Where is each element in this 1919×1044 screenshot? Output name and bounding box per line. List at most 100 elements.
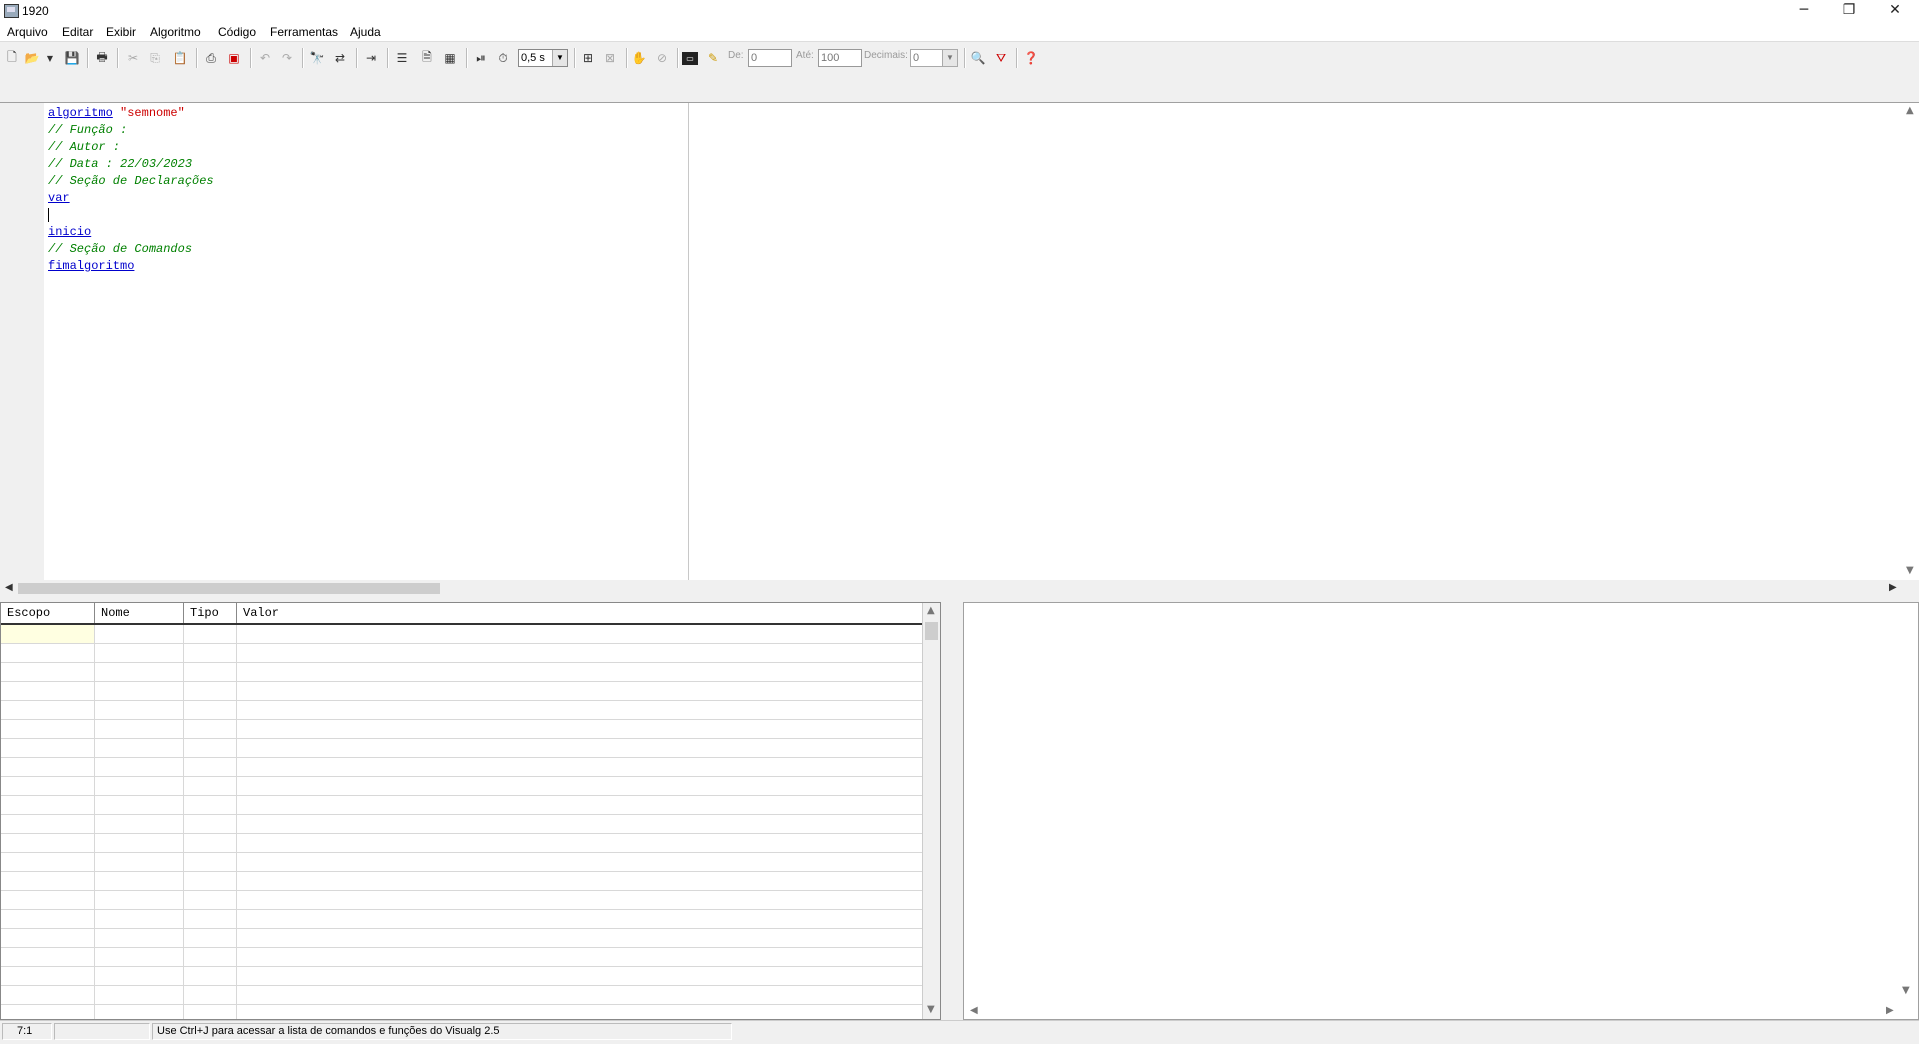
clear-breakpoints-icon[interactable]: ⊠ [600, 48, 620, 68]
grid-vertical-scrollbar[interactable]: ▲ ▼ [922, 603, 940, 1019]
table-cell[interactable] [237, 967, 923, 985]
table-cell[interactable] [1, 986, 95, 1004]
table-cell[interactable] [95, 758, 184, 776]
scroll-down-icon[interactable]: ▼ [1902, 985, 1910, 996]
table-cell[interactable] [95, 796, 184, 814]
table-cell[interactable] [237, 758, 923, 776]
scroll-right-icon[interactable]: ▶ [1886, 1005, 1894, 1016]
table-cell[interactable] [184, 682, 237, 700]
editor-vertical-scrollbar[interactable]: ▲ ▼ [1902, 103, 1919, 580]
table-cell[interactable] [1, 948, 95, 966]
menu-exibir[interactable]: Exibir [106, 25, 136, 39]
scrollbar-thumb[interactable] [18, 583, 440, 594]
table-row[interactable] [1, 625, 940, 644]
table-cell[interactable] [95, 967, 184, 985]
table-row[interactable] [1, 948, 940, 967]
paste-from-file-icon[interactable]: ▣ [224, 48, 244, 68]
copy-icon[interactable]: ⎘ [145, 48, 165, 68]
breakpoint-icon[interactable]: ⊞ [578, 48, 598, 68]
table-cell[interactable] [1, 644, 95, 662]
table-cell[interactable] [184, 644, 237, 662]
table-cell[interactable] [1, 758, 95, 776]
table-cell[interactable] [237, 701, 923, 719]
variables-grid[interactable]: Escopo Nome Tipo Valor ▲ ▼ [0, 602, 941, 1020]
table-row[interactable] [1, 853, 940, 872]
table-cell[interactable] [95, 986, 184, 1004]
table-row[interactable] [1, 720, 940, 739]
help-icon[interactable]: ❓ [1021, 48, 1041, 68]
table-cell[interactable] [184, 720, 237, 738]
table-cell[interactable] [1, 910, 95, 928]
column-header-tipo[interactable]: Tipo [184, 603, 237, 623]
table-cell[interactable] [95, 948, 184, 966]
table-row[interactable] [1, 815, 940, 834]
table-cell[interactable] [1, 853, 95, 871]
table-cell[interactable] [1, 777, 95, 795]
table-cell[interactable] [184, 967, 237, 985]
table-cell[interactable] [95, 834, 184, 852]
table-cell[interactable] [95, 929, 184, 947]
table-cell[interactable] [237, 739, 923, 757]
table-cell[interactable] [95, 625, 184, 643]
table-cell[interactable] [237, 1005, 923, 1019]
table-cell[interactable] [1, 815, 95, 833]
replace-icon[interactable]: ⇄ [330, 48, 350, 68]
stop-disabled-icon[interactable]: ⊘ [652, 48, 672, 68]
table-row[interactable] [1, 758, 940, 777]
ate-input[interactable]: 100 [818, 49, 862, 67]
table-row[interactable] [1, 777, 940, 796]
table-cell[interactable] [184, 891, 237, 909]
table-cell[interactable] [184, 948, 237, 966]
table-cell[interactable] [237, 929, 923, 947]
table-cell[interactable] [95, 682, 184, 700]
table-cell[interactable] [184, 796, 237, 814]
table-cell[interactable] [184, 777, 237, 795]
scroll-up-icon[interactable]: ▲ [1906, 105, 1914, 116]
table-cell[interactable] [95, 777, 184, 795]
table-cell[interactable] [237, 853, 923, 871]
table-cell[interactable] [184, 625, 237, 643]
delay-select[interactable]: 0,5 s ▼ [518, 49, 568, 67]
table-cell[interactable] [184, 910, 237, 928]
save-icon[interactable]: 💾 [62, 48, 82, 68]
table-cell[interactable] [237, 834, 923, 852]
table-cell[interactable] [184, 853, 237, 871]
table-row[interactable] [1, 796, 940, 815]
code-lines[interactable]: algoritmo "semnome" // Função : // Autor… [48, 105, 214, 275]
table-cell[interactable] [237, 910, 923, 928]
table-cell[interactable] [237, 948, 923, 966]
new-file-icon[interactable]: 🗋 [2, 48, 22, 68]
decimais-select[interactable]: 0 ▼ [910, 49, 958, 67]
table-cell[interactable] [184, 929, 237, 947]
menu-editar[interactable]: Editar [62, 25, 93, 39]
magic-wand-icon[interactable]: ✎ [703, 48, 723, 68]
scrollbar-thumb[interactable] [925, 622, 938, 640]
scroll-right-icon[interactable]: ▶ [1889, 582, 1897, 593]
table-cell[interactable] [237, 796, 923, 814]
scroll-left-icon[interactable]: ◀ [970, 1005, 978, 1016]
table-cell[interactable] [237, 625, 923, 643]
table-cell[interactable] [184, 739, 237, 757]
table-cell[interactable] [237, 986, 923, 1004]
table-row[interactable] [1, 891, 940, 910]
table-cell[interactable] [95, 663, 184, 681]
table-cell[interactable] [95, 853, 184, 871]
console-icon[interactable]: ▭ [682, 52, 698, 65]
table-cell[interactable] [1, 625, 95, 643]
table-cell[interactable] [237, 891, 923, 909]
table-cell[interactable] [237, 644, 923, 662]
menu-algoritmo[interactable]: Algoritmo [150, 25, 201, 39]
table-cell[interactable] [184, 663, 237, 681]
undo-icon[interactable]: ↶ [255, 48, 275, 68]
table-cell[interactable] [237, 663, 923, 681]
menu-arquivo[interactable]: Arquivo [7, 25, 48, 39]
menu-ferramentas[interactable]: Ferramentas [270, 25, 338, 39]
table-cell[interactable] [1, 929, 95, 947]
table-cell[interactable] [1, 1005, 95, 1019]
scroll-down-icon[interactable]: ▼ [927, 1004, 935, 1015]
table-cell[interactable] [1, 796, 95, 814]
table-row[interactable] [1, 967, 940, 986]
table-row[interactable] [1, 929, 940, 948]
numbered-list-icon[interactable]: ☰ [392, 48, 412, 68]
find-binoculars-icon[interactable]: 🔭 [307, 48, 327, 68]
